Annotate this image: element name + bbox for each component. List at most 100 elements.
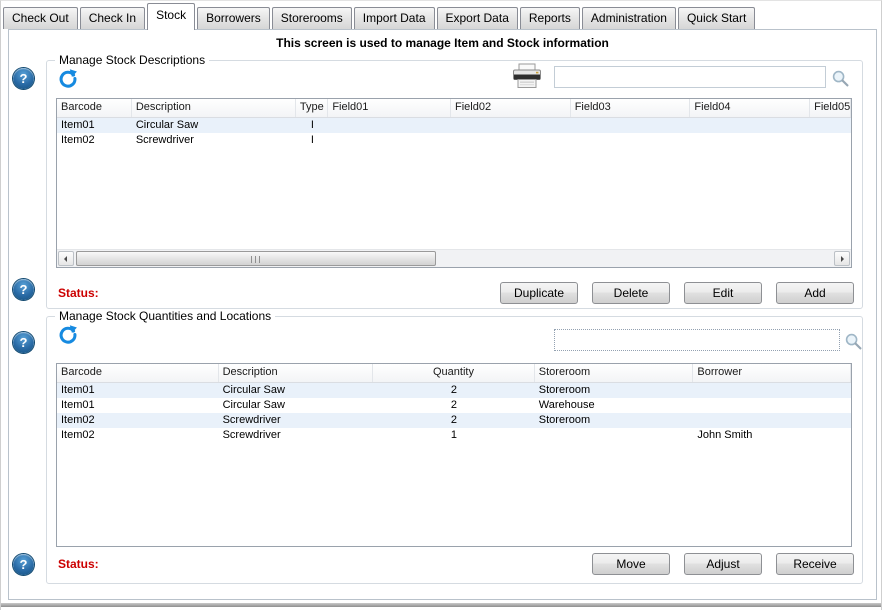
tab-export-data[interactable]: Export Data: [437, 7, 518, 29]
search-icon[interactable]: [831, 69, 850, 88]
table-row[interactable]: Item02Screwdriver1John Smith: [57, 428, 851, 443]
table-row[interactable]: Item01Circular Saw2Storeroom: [57, 383, 851, 398]
status-row: Status: Move Adjust Receive: [47, 553, 862, 577]
column-header-barcode[interactable]: Barcode: [57, 99, 132, 117]
tab-check-out[interactable]: Check Out: [3, 7, 78, 29]
column-header-type[interactable]: Type: [296, 99, 328, 117]
duplicate-button[interactable]: Duplicate: [500, 282, 578, 304]
delete-button[interactable]: Delete: [592, 282, 670, 304]
column-header-field01[interactable]: Field01: [328, 99, 451, 117]
scroll-left-button[interactable]: [58, 251, 74, 266]
table-row[interactable]: Item01Circular Saw2Warehouse: [57, 398, 851, 413]
tab-reports[interactable]: Reports: [520, 7, 580, 29]
column-header-storeroom[interactable]: Storeroom: [535, 364, 694, 382]
help-icon[interactable]: ?: [13, 554, 34, 575]
column-header-field05[interactable]: Field05: [810, 99, 851, 117]
table-cell: [693, 398, 851, 413]
table-cell: I: [296, 133, 328, 148]
column-header-barcode[interactable]: Barcode: [57, 364, 219, 382]
table-header-row: BarcodeDescriptionQuantityStoreroomBorro…: [57, 364, 851, 383]
panel-title: Manage Stock Descriptions: [55, 53, 209, 67]
table-cell: Screwdriver: [219, 413, 374, 428]
app-window: Check OutCheck InStockBorrowersStoreroom…: [0, 0, 882, 610]
table-cell: Item01: [57, 398, 219, 413]
horizontal-scrollbar[interactable]: [57, 249, 851, 267]
add-button[interactable]: Add: [776, 282, 854, 304]
refresh-icon[interactable]: [58, 69, 77, 88]
table-cell: Circular Saw: [219, 383, 374, 398]
table-cell: Screwdriver: [219, 428, 374, 443]
table-cell: Circular Saw: [219, 398, 374, 413]
table-cell: [810, 133, 851, 148]
table-cell: 2: [373, 383, 535, 398]
print-icon[interactable]: [511, 63, 543, 90]
scrollbar-track[interactable]: [75, 251, 833, 266]
tab-administration[interactable]: Administration: [582, 7, 676, 29]
help-icon[interactable]: ?: [13, 279, 34, 300]
table-cell: [451, 133, 571, 148]
table-cell: Circular Saw: [132, 118, 297, 133]
refresh-icon[interactable]: [58, 325, 77, 344]
search-input[interactable]: [554, 329, 840, 351]
table-cell: Screwdriver: [132, 133, 297, 148]
stock-quantities-panel: Manage Stock Quantities and Locations Ba…: [46, 316, 863, 584]
table-cell: Storeroom: [535, 413, 694, 428]
status-label: Status:: [58, 557, 99, 571]
table-cell: [571, 133, 691, 148]
edit-button[interactable]: Edit: [684, 282, 762, 304]
table-cell: [535, 428, 694, 443]
table-cell: [328, 118, 451, 133]
status-row: Status: DuplicateDeleteEditAdd: [47, 282, 862, 306]
search-input[interactable]: [554, 66, 826, 88]
table-row[interactable]: Item02Screwdriver2Storeroom: [57, 413, 851, 428]
tab-storerooms[interactable]: Storerooms: [272, 7, 352, 29]
tab-check-in[interactable]: Check In: [80, 7, 145, 29]
table-body: Item01Circular Saw2StoreroomItem01Circul…: [57, 383, 851, 443]
table-header-row: BarcodeDescriptionTypeField01Field02Fiel…: [57, 99, 851, 118]
receive-button[interactable]: Receive: [776, 553, 854, 575]
column-header-field04[interactable]: Field04: [690, 99, 810, 117]
table-cell: Item01: [57, 118, 132, 133]
column-header-description[interactable]: Description: [219, 364, 374, 382]
table-row[interactable]: Item02ScrewdriverI: [57, 133, 851, 148]
scrollbar-grip: [251, 256, 261, 263]
column-header-field02[interactable]: Field02: [451, 99, 571, 117]
table-cell: Warehouse: [535, 398, 694, 413]
table-cell: 2: [373, 413, 535, 428]
column-header-field03[interactable]: Field03: [571, 99, 691, 117]
window-bottom-edge: [1, 603, 881, 607]
help-icon[interactable]: ?: [13, 68, 34, 89]
screen-instruction: This screen is used to manage Item and S…: [9, 36, 876, 50]
scrollbar-thumb[interactable]: [76, 251, 436, 266]
table-cell: Storeroom: [535, 383, 694, 398]
column-header-borrower[interactable]: Borrower: [693, 364, 851, 382]
table-cell: [690, 133, 810, 148]
table-cell: [571, 118, 691, 133]
adjust-button[interactable]: Adjust: [684, 553, 762, 575]
table-cell: Item01: [57, 383, 219, 398]
table-cell: 1: [373, 428, 535, 443]
move-button[interactable]: Move: [592, 553, 670, 575]
tab-page-stock: This screen is used to manage Item and S…: [8, 29, 877, 600]
action-buttons: Move Adjust Receive: [592, 553, 854, 575]
search-icon[interactable]: [844, 332, 863, 351]
tab-bar: Check OutCheck InStockBorrowersStoreroom…: [3, 4, 757, 29]
column-header-quantity[interactable]: Quantity: [373, 364, 535, 382]
table-cell: [690, 118, 810, 133]
table-cell: [328, 133, 451, 148]
action-buttons: Duplicate Delete Edit Add: [500, 282, 854, 304]
scroll-right-button[interactable]: [834, 251, 850, 266]
table-cell: 2: [373, 398, 535, 413]
column-header-description[interactable]: Description: [132, 99, 297, 117]
help-icon[interactable]: ?: [13, 332, 34, 353]
table-body: Item01Circular SawIItem02ScrewdriverI: [57, 118, 851, 148]
tab-import-data[interactable]: Import Data: [354, 7, 435, 29]
table-cell: [810, 118, 851, 133]
tab-quick-start[interactable]: Quick Start: [678, 7, 755, 29]
table-cell: I: [296, 118, 328, 133]
stock-descriptions-panel: Manage Stock Descriptions: [46, 60, 863, 309]
tab-stock[interactable]: Stock: [147, 3, 195, 30]
table-row[interactable]: Item01Circular SawI: [57, 118, 851, 133]
tab-borrowers[interactable]: Borrowers: [197, 7, 270, 29]
table-cell: [693, 413, 851, 428]
